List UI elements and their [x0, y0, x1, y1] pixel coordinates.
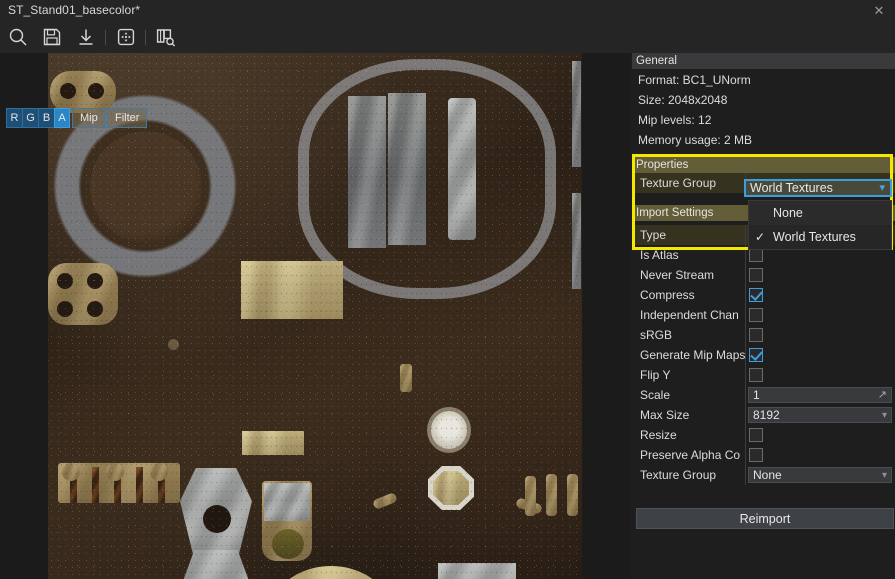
property-label-preserve-alpha-coverage: Preserve Alpha Co [640, 445, 745, 465]
property-row-scale: Scale 1 ↗ [632, 385, 895, 405]
properties-panel: General Format: BC1_UNorm Size: 2048x204… [630, 53, 895, 579]
save-icon[interactable] [38, 24, 66, 50]
max-size-value: 8192 [753, 408, 780, 422]
property-row-texture-group-import: Texture Group None ▾ [632, 465, 895, 485]
property-label-generate-mip-maps: Generate Mip Maps [640, 345, 745, 365]
texture-viewer-window: ST_Stand01_basecolor* ✕ [0, 0, 895, 579]
channel-buttons: R G B A [6, 108, 70, 128]
column-divider [745, 385, 746, 405]
dropdown-option-world-textures[interactable]: ✓ World Textures [749, 225, 891, 249]
column-divider [745, 245, 746, 265]
toolbar-divider-1 [105, 30, 106, 45]
column-divider [745, 325, 746, 345]
property-label-max-size: Max Size [640, 405, 745, 425]
texture-canvas[interactable]: R G B A Mip Filter [0, 53, 630, 579]
dropdown-option-none[interactable]: None [749, 201, 891, 225]
column-divider [745, 265, 746, 285]
checkbox-compress[interactable] [749, 288, 763, 302]
check-icon: ✓ [755, 225, 765, 249]
property-row-independent-channels: Independent Chan [632, 305, 895, 325]
column-divider [745, 285, 746, 305]
title-bar: ST_Stand01_basecolor* ✕ [0, 0, 895, 21]
close-icon[interactable]: ✕ [869, 2, 889, 19]
mip-button[interactable]: Mip [72, 108, 106, 128]
property-label-flip-y: Flip Y [640, 365, 745, 385]
property-row-flip-y: Flip Y [632, 365, 895, 385]
checkbox-generate-mip-maps[interactable] [749, 348, 763, 362]
toolbar [0, 21, 895, 53]
search-icon[interactable] [4, 24, 32, 50]
checkbox-never-stream[interactable] [749, 268, 763, 282]
property-row-resize: Resize [632, 425, 895, 445]
column-divider [745, 345, 746, 365]
property-label-resize: Resize [640, 425, 745, 445]
property-row-max-size: Max Size 8192 ▾ [632, 405, 895, 425]
property-row-generate-mip-maps: Generate Mip Maps [632, 345, 895, 365]
resize-handle-icon[interactable]: ↗ [878, 388, 887, 402]
property-label-texture-group-import: Texture Group [640, 465, 745, 485]
toolbar-divider-2 [145, 30, 146, 45]
dropdown-option-none-label: None [773, 206, 803, 220]
checkbox-is-atlas[interactable] [749, 248, 763, 262]
chevron-down-icon[interactable]: ▾ [882, 469, 887, 483]
column-divider [745, 445, 746, 465]
property-label-independent-channels: Independent Chan [640, 305, 745, 325]
property-row-srgb: sRGB [632, 325, 895, 345]
checkbox-flip-y[interactable] [749, 368, 763, 382]
property-label-srgb: sRGB [640, 325, 745, 345]
filter-button[interactable]: Filter [107, 108, 147, 128]
checkbox-resize[interactable] [749, 428, 763, 442]
texture-group-combo-open[interactable]: World Textures ▾ [744, 179, 892, 197]
texture-group-value: None [753, 468, 782, 482]
property-label-texture-group: Texture Group [640, 173, 745, 193]
column-divider [745, 465, 746, 485]
column-divider [745, 405, 746, 425]
texture-group-dropdown[interactable]: None ✓ World Textures [748, 200, 892, 250]
checkbox-preserve-alpha-coverage[interactable] [749, 448, 763, 462]
info-format: Format: BC1_UNorm [638, 70, 751, 90]
channel-button-a[interactable]: A [54, 108, 70, 128]
channel-button-g[interactable]: G [22, 108, 38, 128]
window-title: ST_Stand01_basecolor* [8, 3, 140, 17]
property-label-type: Type [640, 225, 745, 245]
max-size-select[interactable]: 8192 ▾ [748, 407, 892, 423]
section-header-properties: Properties [632, 157, 895, 173]
inspect-book-icon[interactable] [152, 24, 180, 50]
info-mip-levels: Mip levels: 12 [638, 110, 711, 130]
fit-to-screen-icon[interactable] [112, 24, 140, 50]
column-divider [745, 225, 746, 245]
dropdown-option-world-textures-label: World Textures [773, 230, 856, 244]
property-label-is-atlas: Is Atlas [640, 245, 745, 265]
checkbox-independent-channels[interactable] [749, 308, 763, 322]
checkbox-srgb[interactable] [749, 328, 763, 342]
column-divider [745, 365, 746, 385]
texture-grain-layer-2 [48, 53, 582, 579]
channel-button-b[interactable]: B [38, 108, 54, 128]
scale-input[interactable]: 1 ↗ [748, 387, 892, 403]
property-label-compress: Compress [640, 285, 745, 305]
property-row-never-stream: Never Stream [632, 265, 895, 285]
property-label-never-stream: Never Stream [640, 265, 745, 285]
column-divider [745, 305, 746, 325]
texture-image[interactable] [48, 53, 582, 579]
download-icon[interactable] [72, 24, 100, 50]
chevron-down-icon[interactable]: ▾ [882, 409, 887, 423]
info-memory-usage: Memory usage: 2 MB [638, 130, 752, 150]
reimport-button[interactable]: Reimport [636, 508, 894, 529]
property-row-preserve-alpha-coverage: Preserve Alpha Co [632, 445, 895, 465]
channel-button-r[interactable]: R [6, 108, 22, 128]
texture-group-select[interactable]: None ▾ [748, 467, 892, 483]
scale-value: 1 [753, 388, 760, 402]
info-size: Size: 2048x2048 [638, 90, 727, 110]
texture-group-combo-value: World Textures [750, 181, 833, 195]
column-divider [745, 425, 746, 445]
property-row-compress: Compress [632, 285, 895, 305]
property-label-scale: Scale [640, 385, 745, 405]
chevron-down-icon[interactable]: ▾ [879, 181, 885, 195]
section-header-general: General [632, 53, 895, 69]
